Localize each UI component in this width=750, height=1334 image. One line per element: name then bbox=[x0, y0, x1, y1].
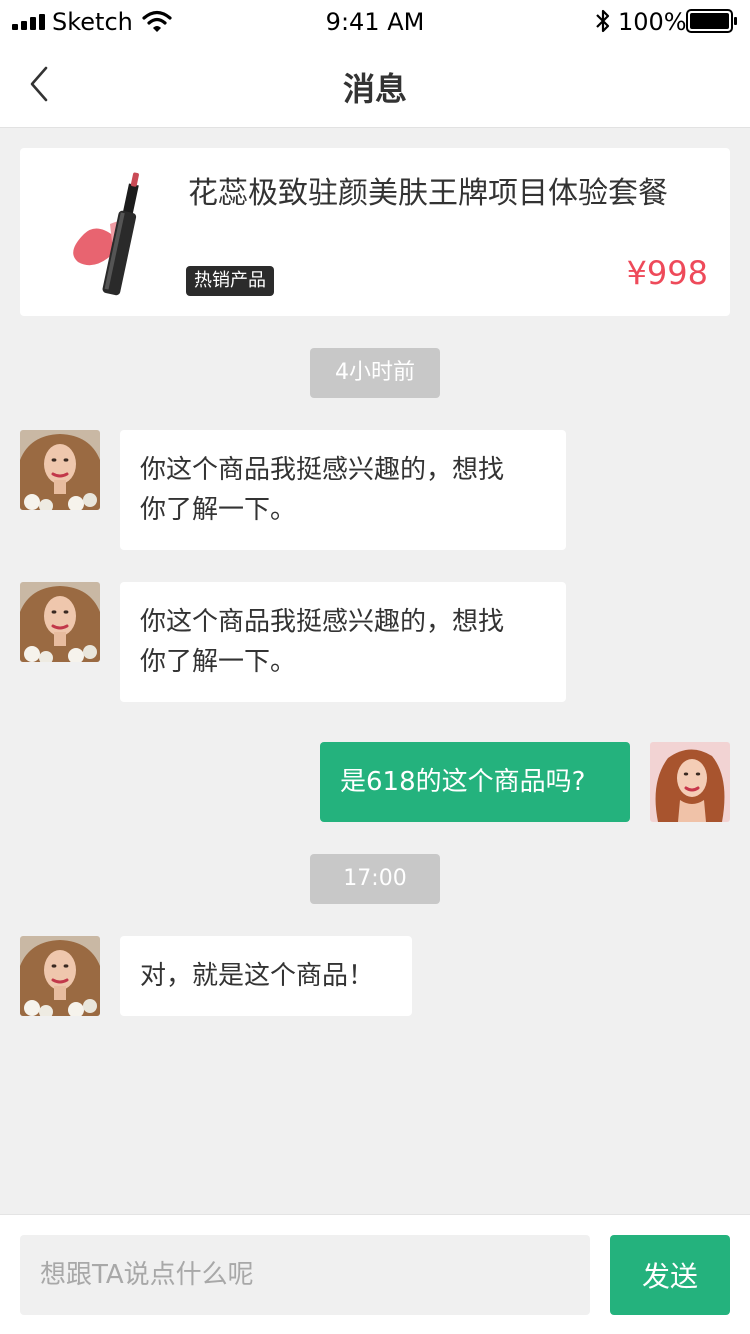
product-card[interactable]: 花蕊极致驻颜美肤王牌项目体验套餐 热销产品 ¥998 bbox=[20, 148, 730, 316]
bluetooth-icon bbox=[596, 9, 610, 33]
battery-icon bbox=[686, 9, 737, 33]
message-bubble: 你这个商品我挺感兴趣的，想找 你了解一下。 bbox=[120, 582, 566, 702]
message-text-line: 你了解一下。 bbox=[140, 495, 297, 525]
message-text-line: 你这个商品我挺感兴趣的，想找 bbox=[140, 455, 505, 485]
my-avatar[interactable] bbox=[650, 742, 730, 822]
time-divider: 17:00 bbox=[310, 854, 440, 904]
my-message-bubble: 是618的这个商品吗? bbox=[320, 742, 630, 822]
lipstick-product-image bbox=[73, 172, 139, 296]
product-title: 花蕊极致驻颜美肤王牌项目体验套餐 bbox=[188, 176, 668, 211]
hot-sale-badge: 热销产品 bbox=[186, 266, 274, 296]
page-title: 消息 bbox=[342, 70, 407, 108]
message-text: 对，就是这个商品！ bbox=[140, 961, 375, 991]
message-bubble: 你这个商品我挺感兴趣的，想找 你了解一下。 bbox=[120, 430, 566, 550]
message-text: 是618的这个商品吗? bbox=[340, 767, 586, 797]
avatar[interactable] bbox=[20, 582, 100, 662]
time-divider: 4小时前 bbox=[310, 348, 440, 398]
message-text-line: 你这个商品我挺感兴趣的，想找 bbox=[140, 607, 505, 637]
product-price: ¥998 bbox=[626, 254, 708, 292]
input-bar: 发送 bbox=[0, 1214, 750, 1334]
message-bubble: 对，就是这个商品！ bbox=[120, 936, 412, 1016]
status-bar: Sketch 9:41 AM 100% bbox=[0, 0, 750, 40]
send-button[interactable]: 发送 bbox=[610, 1235, 730, 1315]
avatar[interactable] bbox=[20, 936, 100, 1016]
message-input[interactable] bbox=[20, 1235, 590, 1315]
avatar[interactable] bbox=[20, 430, 100, 510]
battery-percent: 100% bbox=[618, 8, 687, 36]
message-text-line: 你了解一下。 bbox=[140, 647, 297, 677]
nav-bar: 消息 bbox=[0, 40, 750, 128]
